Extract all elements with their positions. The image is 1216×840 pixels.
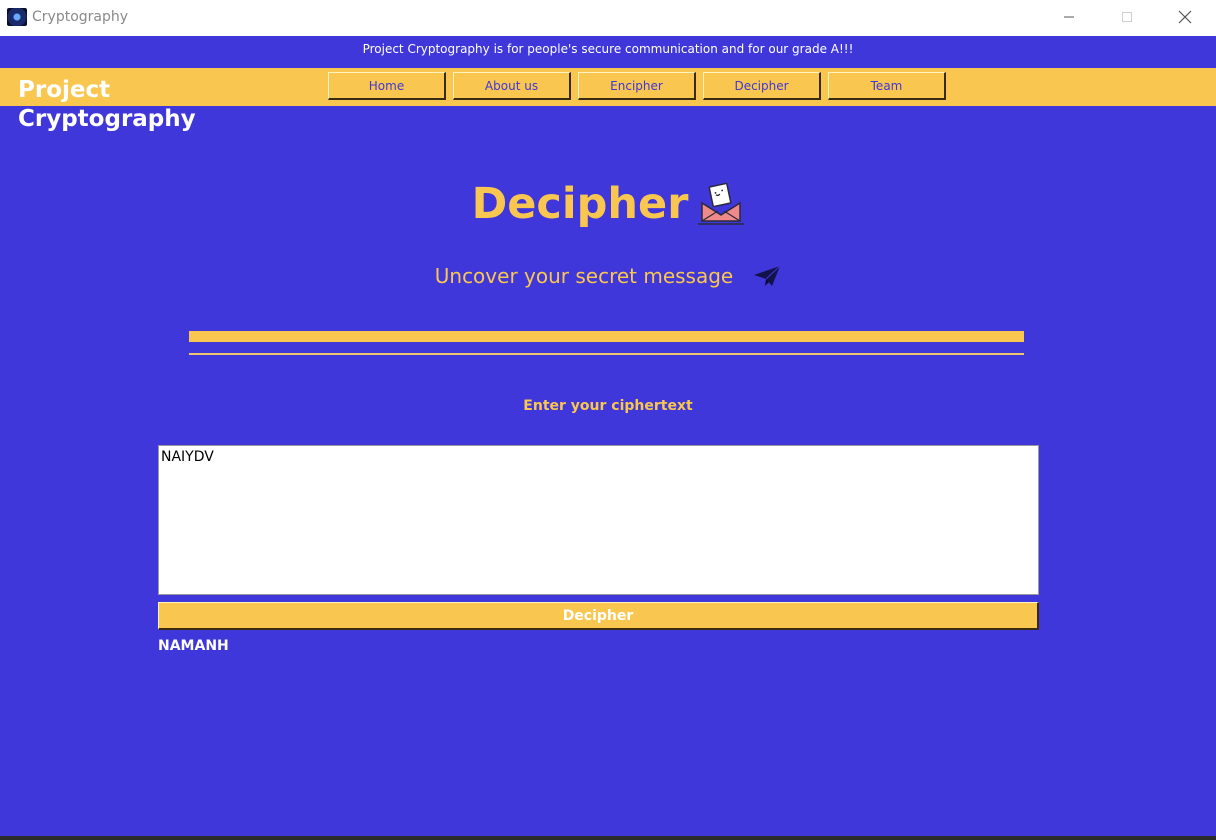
title-bar: Cryptography (0, 0, 1216, 36)
heading-row: Decipher (0, 172, 1216, 236)
ciphertext-input[interactable] (158, 445, 1039, 595)
nav-team-button[interactable]: Team (828, 72, 946, 100)
minimize-icon (1064, 16, 1074, 18)
nav-decipher-button[interactable]: Decipher (703, 72, 821, 100)
paper-plane-icon (754, 265, 781, 286)
brand-title: Project Cryptography (18, 77, 196, 132)
page-subtitle: Uncover your secret message (434, 264, 734, 288)
nav-about-button[interactable]: About us (453, 72, 571, 100)
bottom-edge (0, 836, 1216, 840)
maximize-button[interactable] (1098, 0, 1156, 34)
app-window: Cryptography Project Cryptography is for… (0, 0, 1216, 840)
tagline: Project Cryptography is for people's sec… (362, 42, 854, 56)
close-button[interactable] (1156, 0, 1214, 34)
nav-home-button[interactable]: Home (328, 72, 446, 100)
decipher-result: NAMANH (158, 638, 229, 654)
ciphertext-prompt: Enter your ciphertext (523, 398, 693, 414)
subheading-row: Uncover your secret message (0, 258, 1216, 294)
divider-thin (189, 353, 1024, 355)
minimize-button[interactable] (1040, 0, 1098, 34)
maximize-icon (1122, 12, 1132, 22)
app-icon (7, 8, 27, 26)
envelope-letter-icon (698, 182, 745, 225)
close-icon (1178, 10, 1192, 24)
nav-encipher-button[interactable]: Encipher (578, 72, 696, 100)
page-title: Decipher (471, 179, 689, 229)
divider-thick (189, 331, 1024, 342)
window-title: Cryptography (32, 9, 129, 25)
decipher-button[interactable]: Decipher (158, 602, 1039, 630)
